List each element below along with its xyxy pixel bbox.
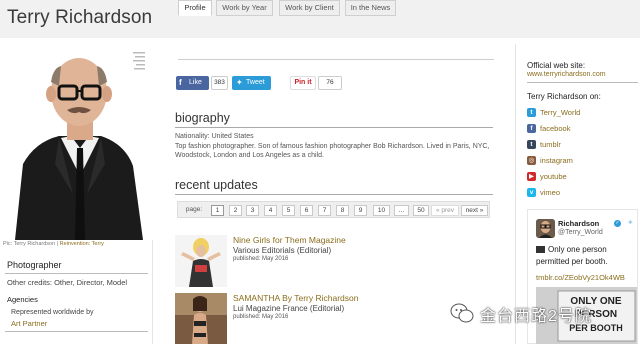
page-link[interactable]: 5 xyxy=(282,205,295,216)
page: Terry Richardson Pic: Terry Richardson |… xyxy=(0,0,640,344)
page-link[interactable]: 6 xyxy=(300,205,313,216)
tweet-label: Tweet xyxy=(246,79,265,86)
biography-heading: biography xyxy=(175,111,230,125)
divider xyxy=(527,82,638,83)
twitter-bird-icon: ✦ xyxy=(236,78,243,87)
pin-it-button[interactable]: Pin it xyxy=(290,76,316,90)
thumbnail-image xyxy=(175,293,227,344)
tab-profile[interactable]: Profile xyxy=(178,0,212,16)
portrait-image xyxy=(5,44,153,240)
page-link[interactable]: 10 xyxy=(373,205,390,216)
facebook-like-button[interactable]: f Like xyxy=(176,76,209,90)
thumbnail-image xyxy=(175,235,227,287)
verified-badge-icon: ✓ xyxy=(614,220,621,227)
instagram-icon: ◎ xyxy=(527,156,536,165)
update-thumbnail[interactable] xyxy=(175,293,227,344)
photo-credit-link[interactable]: Reinvention: Terry xyxy=(60,241,104,247)
page-link[interactable]: 9 xyxy=(354,205,367,216)
tweet-author-handle[interactable]: @Terry_World xyxy=(558,229,603,236)
tab-work-by-client[interactable]: Work by Client xyxy=(279,0,340,16)
biography-text: Top fashion photographer. Son of famous … xyxy=(175,143,490,159)
tumblr-icon: t xyxy=(527,140,536,149)
page-link[interactable]: 8 xyxy=(336,205,349,216)
list-item: Nine Girls for Them Magazine Various Edi… xyxy=(175,235,495,289)
social-label: Terry_World xyxy=(540,108,581,117)
next-page-button[interactable]: next » xyxy=(461,205,488,216)
divider xyxy=(5,331,148,332)
facebook-icon: f xyxy=(527,124,536,133)
nationality-text: Nationality: United States xyxy=(175,133,254,140)
agencies-heading: Agencies xyxy=(7,295,38,304)
page-link[interactable]: 50 xyxy=(413,205,429,216)
official-site-link[interactable]: www.terryrichardson.com xyxy=(527,71,606,78)
twitter-icon: t xyxy=(527,108,536,117)
prev-page-button[interactable]: « prev xyxy=(431,205,459,216)
watermark-text: 金台西路2号院 xyxy=(480,308,592,325)
update-thumbnail[interactable] xyxy=(175,235,227,287)
page-ellipsis: ... xyxy=(394,205,409,216)
tweet-text: Only one person permitted per booth. xyxy=(536,244,636,268)
social-label: youtube xyxy=(540,172,567,181)
youtube-icon: ▶ xyxy=(527,172,536,181)
update-subtitle: Various Editorials (Editorial) xyxy=(233,246,332,255)
avatar-image xyxy=(536,219,555,238)
update-title[interactable]: Nine Girls for Them Magazine xyxy=(233,235,346,245)
tweet-body: Only one person permitted per booth. xyxy=(536,245,608,266)
camera-emoji-icon xyxy=(536,246,545,253)
profile-photo xyxy=(5,44,153,240)
page-link[interactable]: 7 xyxy=(318,205,331,216)
social-heading: Terry Richardson on: xyxy=(527,92,601,101)
page-link[interactable]: 2 xyxy=(229,205,242,216)
photo-caption: Pic: Terry Richardson | Reinvention: Ter… xyxy=(3,241,104,247)
social-label: tumblr xyxy=(540,140,561,149)
update-date: published: May 2016 xyxy=(233,314,289,320)
photo-credit: Pic: Terry Richardson xyxy=(3,241,56,247)
facebook-icon: f xyxy=(179,78,182,87)
avatar[interactable] xyxy=(536,219,555,238)
tab-in-the-news[interactable]: In the News xyxy=(345,0,396,16)
social-label: instagram xyxy=(540,156,573,165)
tweet-button[interactable]: ✦ Tweet xyxy=(232,76,271,90)
facebook-like-count: 383 xyxy=(211,76,228,90)
recent-updates-heading: recent updates xyxy=(175,178,258,192)
pager-label: page: xyxy=(185,206,203,213)
wechat-logo-icon xyxy=(450,303,474,323)
profession-label: Photographer xyxy=(7,260,62,270)
pin-count: 76 xyxy=(318,76,342,90)
social-label: vimeo xyxy=(540,188,561,197)
represented-text: Represented worldwide by xyxy=(11,309,94,316)
page-link[interactable]: 3 xyxy=(246,205,259,216)
list-item: SAMANTHA By Terry Richardson Lui Magazin… xyxy=(175,293,495,344)
facebook-like-label: Like xyxy=(189,79,202,86)
divider xyxy=(5,273,148,274)
tweet-link[interactable]: tmblr.co/ZEobVy21Ok4WB xyxy=(536,273,625,282)
update-subtitle: Lui Magazine France (Editorial) xyxy=(233,304,345,313)
agency-link[interactable]: Art Partner xyxy=(11,319,47,328)
section-divider xyxy=(175,194,493,195)
pagination: page: 1 2 3 4 5 6 7 8 9 10 ... 50 « prev… xyxy=(177,201,490,218)
tab-work-by-year[interactable]: Work by Year xyxy=(216,0,273,16)
site-title: Terry Richardson xyxy=(7,7,153,28)
page-link[interactable]: 1 xyxy=(211,205,224,216)
update-date: published: May 2016 xyxy=(233,256,289,262)
tweet-author-name[interactable]: Richardson xyxy=(558,219,599,228)
twitter-bird-icon: ✦ xyxy=(627,218,634,227)
section-divider xyxy=(175,127,493,128)
other-credits: Other credits: Other, Director, Model xyxy=(7,278,128,287)
vimeo-icon: v xyxy=(527,188,536,197)
social-label: facebook xyxy=(540,124,571,133)
page-link[interactable]: 4 xyxy=(264,205,277,216)
update-title[interactable]: SAMANTHA By Terry Richardson xyxy=(233,293,359,303)
tab-bar-line xyxy=(178,59,494,60)
official-site-heading: Official web site: xyxy=(527,61,586,70)
